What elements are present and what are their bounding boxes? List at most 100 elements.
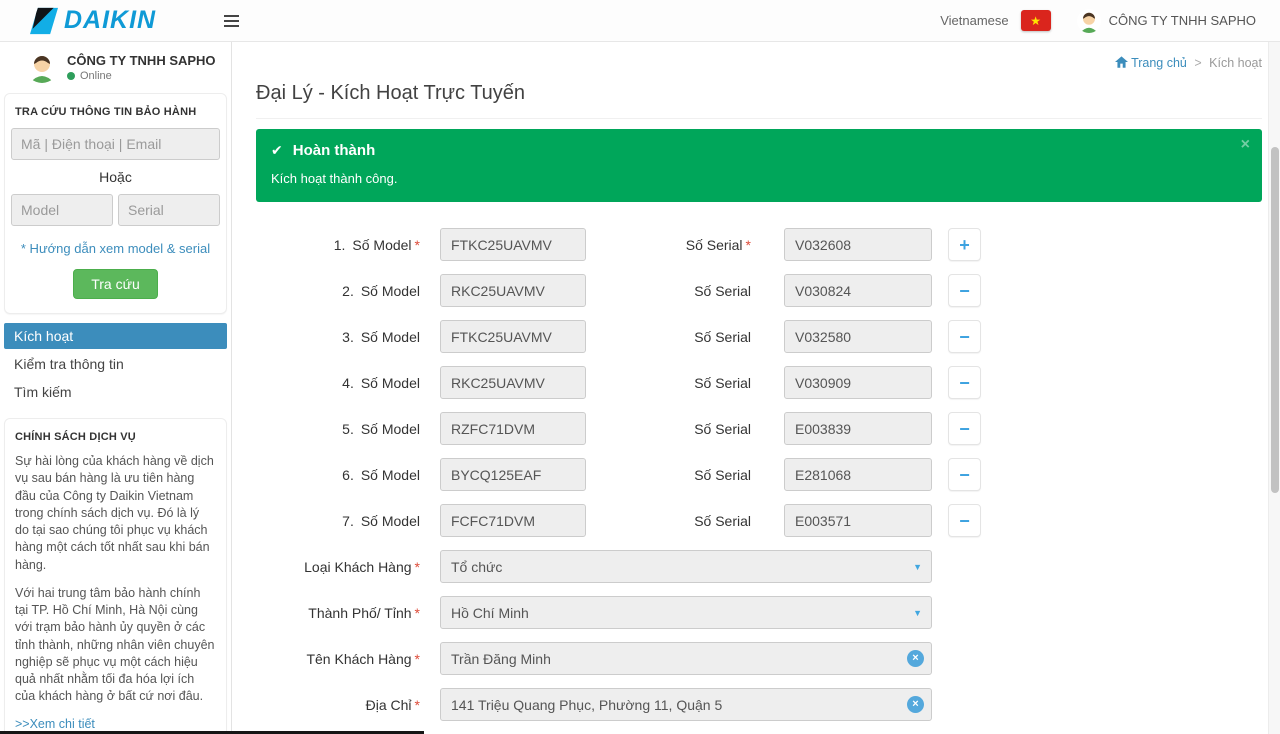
required-asterisk: * (746, 237, 751, 253)
vertical-scrollbar (1268, 42, 1280, 734)
model-input-1[interactable] (440, 228, 586, 261)
policy-title: CHÍNH SÁCH DỊCH VỤ (15, 431, 220, 443)
policy-paragraph: Với hai trung tâm bảo hành chính tại TP.… (15, 585, 216, 706)
model-input-2[interactable] (440, 274, 586, 307)
serial-label: Số Serial (694, 375, 751, 391)
model-label: Số Model (361, 283, 420, 299)
serial-input-4[interactable] (784, 366, 932, 399)
add-row-button[interactable]: + (948, 228, 981, 261)
model-label: Số Model (361, 329, 420, 345)
serial-input-3[interactable] (784, 320, 932, 353)
row-index: 7. (342, 513, 354, 529)
service-policy-panel: CHÍNH SÁCH DỊCH VỤ Sự hài lòng của khách… (4, 418, 227, 734)
language-selector[interactable]: Vietnamese (940, 13, 1008, 28)
breadcrumb-separator: > (1194, 56, 1201, 70)
page-title: Đại Lý - Kích Hoạt Trực Tuyến (256, 82, 1262, 105)
serial-label: Số Serial (694, 421, 751, 437)
remove-row-button[interactable]: − (948, 320, 981, 353)
plus-icon: + (959, 236, 970, 254)
sidebar-user-panel: CÔNG TY TNHH SAPHO Online (0, 42, 231, 91)
address-input[interactable] (440, 688, 932, 721)
remove-row-button[interactable]: − (948, 504, 981, 537)
row-index: 3. (342, 329, 354, 345)
serial-input-6[interactable] (784, 458, 932, 491)
required-asterisk: * (415, 237, 420, 253)
required-asterisk: * (415, 651, 420, 667)
remove-row-button[interactable]: − (948, 274, 981, 307)
model-input-5[interactable] (440, 412, 586, 445)
header-divider (256, 118, 1262, 119)
clear-icon[interactable]: × (907, 650, 924, 667)
customer-name-input[interactable] (440, 642, 932, 675)
serial-input-1[interactable] (784, 228, 932, 261)
breadcrumb-home-link[interactable]: Trang chủ (1115, 56, 1187, 70)
device-row-2: 2. Số Model Số Serial − (256, 274, 1262, 307)
model-input-3[interactable] (440, 320, 586, 353)
alert-message: Kích hoạt thành công. (271, 171, 1247, 186)
lookup-button[interactable]: Tra cứu (73, 269, 158, 299)
model-input-4[interactable] (440, 366, 586, 399)
address-row: Địa Chỉ* × (256, 688, 1262, 721)
model-input-7[interactable] (440, 504, 586, 537)
customer-name-label: Tên Khách Hàng (306, 651, 411, 667)
home-icon (1115, 56, 1128, 68)
serial-input-7[interactable] (784, 504, 932, 537)
lookup-code-input[interactable] (11, 128, 220, 160)
device-row-3: 3. Số Model Số Serial − (256, 320, 1262, 353)
minus-icon: − (959, 466, 970, 484)
model-input-6[interactable] (440, 458, 586, 491)
customer-name-row: Tên Khách Hàng* × (256, 642, 1262, 675)
serial-input-2[interactable] (784, 274, 932, 307)
header-user-name: CÔNG TY TNHH SAPHO (1109, 13, 1256, 28)
row-index: 4. (342, 375, 354, 391)
user-menu[interactable]: CÔNG TY TNHH SAPHO (1077, 9, 1256, 33)
lookup-model-input[interactable] (11, 194, 113, 226)
alert-close-icon[interactable]: × (1241, 137, 1250, 153)
alert-title: Hoàn thành (293, 142, 376, 159)
minus-icon: − (959, 512, 970, 530)
city-value: Hồ Chí Minh (451, 605, 529, 621)
lookup-serial-input[interactable] (118, 194, 220, 226)
remove-row-button[interactable]: − (948, 412, 981, 445)
device-row-7: 7.Số Model Số Serial − (256, 504, 1262, 537)
user-avatar (1077, 9, 1101, 33)
warranty-lookup-panel: TRA CỨU THÔNG TIN BẢO HÀNH Hoặc * Hướng … (4, 93, 227, 314)
or-label: Hoặc (11, 169, 220, 185)
required-asterisk: * (415, 559, 420, 575)
sidebar-nav: Kích hoạt Kiểm tra thông tin Tìm kiếm (4, 323, 227, 405)
sidebar-item-kiem-tra-thong-tin[interactable]: Kiểm tra thông tin (4, 351, 227, 377)
top-header: DAIKIN Vietnamese ★ CÔNG TY TNHH SAPHO (0, 0, 1280, 42)
device-row-5: 5.Số Model Số Serial − (256, 412, 1262, 445)
model-label: Số Model (361, 421, 420, 437)
city-select[interactable]: Hồ Chí Minh (440, 596, 932, 629)
city-row: Thành Phố/ Tỉnh* Hồ Chí Minh ▼ (256, 596, 1262, 629)
scrollbar-thumb[interactable] (1271, 147, 1279, 493)
remove-row-button[interactable]: − (948, 366, 981, 399)
minus-icon: − (959, 282, 970, 300)
sidebar-item-kich-hoat[interactable]: Kích hoạt (4, 323, 227, 349)
success-alert: ✔Hoàn thành Kích hoạt thành công. × (256, 129, 1262, 202)
minus-icon: − (959, 420, 970, 438)
device-row-1: 1.Số Model* Số Serial* + (256, 228, 1262, 261)
minus-icon: − (959, 328, 970, 346)
serial-label: Số Serial (694, 329, 751, 345)
vietnam-flag-icon[interactable]: ★ (1021, 10, 1051, 31)
city-label: Thành Phố/ Tỉnh (308, 605, 411, 621)
serial-label: Số Serial (694, 283, 751, 299)
sidebar-user-name: CÔNG TY TNHH SAPHO (67, 53, 216, 68)
remove-row-button[interactable]: − (948, 458, 981, 491)
required-asterisk: * (415, 605, 420, 621)
row-index: 2. (342, 283, 354, 299)
address-label: Địa Chỉ (366, 697, 412, 713)
model-serial-guide-link[interactable]: * Hướng dẫn xem model & serial (11, 241, 220, 256)
sidebar: CÔNG TY TNHH SAPHO Online TRA CỨU THÔNG … (0, 42, 232, 734)
customer-type-select[interactable]: Tổ chức (440, 550, 932, 583)
policy-detail-link[interactable]: >>Xem chi tiết (15, 717, 216, 731)
customer-type-label: Loại Khách Hàng (304, 559, 411, 575)
daikin-logo[interactable]: DAIKIN (0, 6, 200, 35)
sidebar-item-tim-kiem[interactable]: Tìm kiếm (4, 379, 227, 405)
clear-icon[interactable]: × (907, 696, 924, 713)
menu-toggle-icon[interactable] (220, 8, 243, 34)
serial-input-5[interactable] (784, 412, 932, 445)
breadcrumb-current: Kích hoạt (1209, 56, 1262, 70)
